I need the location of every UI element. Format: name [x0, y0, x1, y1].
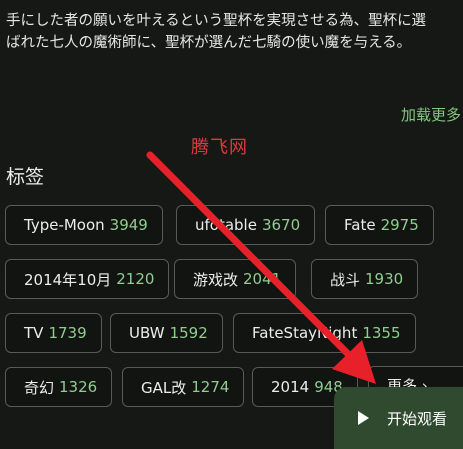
tag-name: 战斗: [330, 270, 361, 289]
tag-count: 1355: [362, 324, 401, 342]
tag-name: 游戏改: [193, 270, 239, 289]
tag-count: 3949: [109, 216, 148, 234]
load-more-link[interactable]: 加载更多: [401, 104, 461, 125]
watermark-text: 腾飞网: [191, 137, 248, 158]
tag-chip[interactable]: ufotable 3670: [176, 205, 316, 245]
tag-chip[interactable]: UBW 1592: [110, 313, 223, 353]
tags-section-title: 标签: [6, 166, 45, 188]
tag-chip[interactable]: 战斗 1930: [311, 259, 419, 299]
tag-count: 1739: [48, 324, 87, 342]
tag-count: 2120: [116, 270, 155, 288]
tag-chip[interactable]: 奇幻 1326: [5, 367, 113, 407]
tag-name: Fate: [344, 216, 376, 234]
tag-name: TV: [24, 324, 44, 342]
tag-name: Type-Moon: [24, 216, 105, 234]
tag-count: 1930: [365, 270, 404, 288]
tag-name: GAL改: [141, 378, 187, 397]
tag-chip[interactable]: Fate 2975: [325, 205, 434, 245]
tag-count: 1326: [59, 378, 98, 396]
description-line: 手にした者の願いを叶えるという聖杯を実現させる為、聖杯に選: [6, 13, 427, 29]
start-watching-button[interactable]: 开始观看: [334, 387, 463, 449]
tag-chip[interactable]: GAL改 1274: [122, 367, 245, 407]
tag-chip[interactable]: 游戏改 2041: [174, 259, 297, 299]
description-line: ばれた七人の魔術師に、聖杯が選んだ七騎の使い魔を与える。: [6, 35, 412, 51]
tag-name: UBW: [129, 324, 165, 342]
tag-chip[interactable]: Type-Moon 3949: [5, 205, 163, 245]
tag-name: FateStayNight: [252, 324, 358, 342]
tag-count: 2975: [380, 216, 419, 234]
tag-name: ufotable: [195, 216, 257, 234]
anime-description: 手にした者の願いを叶えるという聖杯を実現させる為、聖杯に選 ばれた七人の魔術師に…: [6, 10, 463, 54]
tag-chip[interactable]: TV 1739: [5, 313, 102, 353]
tag-name: 2014年10月: [24, 270, 112, 289]
tag-name: 奇幻: [24, 378, 55, 397]
tag-count: 3670: [261, 216, 301, 234]
start-watching-label: 开始观看: [387, 409, 448, 428]
tag-count: 2041: [243, 270, 282, 288]
tag-count: 1274: [191, 378, 230, 396]
play-icon: [358, 411, 369, 425]
tag-count: 1592: [169, 324, 208, 342]
tag-chip[interactable]: FateStayNight 1355: [233, 313, 416, 353]
tag-chip[interactable]: 2014年10月 2120: [5, 259, 170, 299]
tag-name: 2014: [271, 378, 310, 396]
